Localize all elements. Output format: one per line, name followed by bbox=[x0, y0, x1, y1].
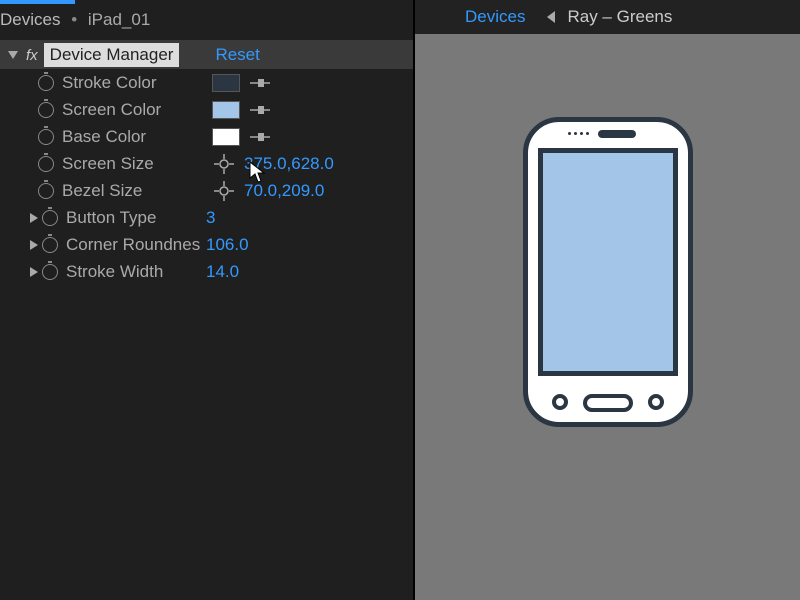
device-screen bbox=[538, 148, 678, 376]
point-target-icon[interactable] bbox=[212, 154, 236, 174]
prop-label: Stroke Width bbox=[66, 262, 206, 282]
eyedropper-icon[interactable] bbox=[248, 103, 272, 117]
tab-bar: Devices Ray – Greens bbox=[415, 0, 800, 34]
viewport[interactable] bbox=[415, 34, 800, 600]
effect-name[interactable]: Device Manager bbox=[44, 43, 180, 67]
prop-label: Stroke Color bbox=[62, 73, 212, 93]
color-swatch[interactable] bbox=[212, 74, 240, 92]
prop-label: Corner Roundnes bbox=[66, 235, 206, 255]
prop-stroke-width: Stroke Width 14.0 bbox=[0, 258, 413, 285]
stopwatch-icon[interactable] bbox=[38, 75, 54, 91]
speaker-dots bbox=[568, 132, 589, 135]
group-disclosure[interactable] bbox=[28, 238, 42, 252]
breadcrumb-project: Devices bbox=[0, 10, 60, 29]
group-disclosure[interactable] bbox=[28, 265, 42, 279]
effect-controls-panel: Devices • iPad_01 fx Device Manager Rese… bbox=[0, 0, 415, 600]
breadcrumb-separator: • bbox=[71, 10, 77, 29]
bottom-button-right bbox=[648, 394, 664, 410]
stopwatch-icon[interactable] bbox=[38, 183, 54, 199]
color-swatch[interactable] bbox=[212, 128, 240, 146]
stopwatch-icon[interactable] bbox=[38, 129, 54, 145]
breadcrumb: Devices • iPad_01 bbox=[0, 4, 413, 41]
prop-base-color: Base Color bbox=[0, 123, 413, 150]
camera-pill bbox=[598, 130, 636, 138]
eyedropper-icon[interactable] bbox=[248, 76, 272, 90]
fx-badge[interactable]: fx bbox=[26, 47, 38, 64]
chevron-left-icon[interactable] bbox=[547, 11, 555, 23]
property-list: Stroke Color Screen Color Base Color S bbox=[0, 69, 413, 285]
effect-disclosure[interactable] bbox=[6, 48, 20, 62]
stopwatch-icon[interactable] bbox=[38, 102, 54, 118]
effect-header: fx Device Manager Reset bbox=[0, 41, 413, 69]
prop-button-type: Button Type 3 bbox=[0, 204, 413, 231]
reset-button[interactable]: Reset bbox=[215, 45, 259, 65]
prop-label: Screen Size bbox=[62, 154, 212, 174]
prop-bezel-size: Bezel Size 70.0,209.0 bbox=[0, 177, 413, 204]
color-swatch[interactable] bbox=[212, 101, 240, 119]
bottom-button-left bbox=[552, 394, 568, 410]
stopwatch-icon[interactable] bbox=[38, 156, 54, 172]
prop-screen-color: Screen Color bbox=[0, 96, 413, 123]
prop-label: Bezel Size bbox=[62, 181, 212, 201]
prop-value[interactable]: 375.0,628.0 bbox=[244, 154, 334, 174]
comp-title: Ray – Greens bbox=[567, 7, 672, 27]
stopwatch-icon[interactable] bbox=[42, 210, 58, 226]
prop-stroke-color: Stroke Color bbox=[0, 69, 413, 96]
point-target-icon[interactable] bbox=[212, 181, 236, 201]
stopwatch-icon[interactable] bbox=[42, 237, 58, 253]
prop-corner-roundness: Corner Roundnes 106.0 bbox=[0, 231, 413, 258]
prop-value[interactable]: 106.0 bbox=[206, 235, 249, 255]
preview-panel: Devices Ray – Greens bbox=[415, 0, 800, 600]
device-preview bbox=[523, 117, 693, 427]
prop-label: Screen Color bbox=[62, 100, 212, 120]
stopwatch-icon[interactable] bbox=[42, 264, 58, 280]
home-button bbox=[583, 394, 633, 412]
prop-label: Button Type bbox=[66, 208, 206, 228]
breadcrumb-item: iPad_01 bbox=[88, 10, 150, 29]
prop-value[interactable]: 3 bbox=[206, 208, 215, 228]
prop-label: Base Color bbox=[62, 127, 212, 147]
prop-screen-size: Screen Size 375.0,628.0 bbox=[0, 150, 413, 177]
prop-value[interactable]: 14.0 bbox=[206, 262, 239, 282]
group-disclosure[interactable] bbox=[28, 211, 42, 225]
eyedropper-icon[interactable] bbox=[248, 130, 272, 144]
tab-devices[interactable]: Devices bbox=[455, 3, 535, 31]
prop-value[interactable]: 70.0,209.0 bbox=[244, 181, 324, 201]
